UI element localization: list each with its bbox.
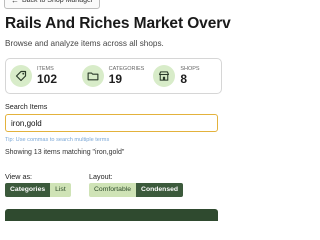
- stat-items-value: 102: [37, 72, 58, 86]
- stat-categories-value: 19: [108, 72, 123, 86]
- view-as-label: View as:: [5, 172, 33, 181]
- view-as-toggle: Categories List: [5, 183, 71, 197]
- stat-categories: CATEGORIES 19: [78, 65, 150, 87]
- layout-toggle: Comfortable Condensed: [89, 183, 184, 197]
- view-categories-button[interactable]: Categories: [5, 183, 51, 197]
- layout-comfortable-button[interactable]: Comfortable: [89, 183, 137, 197]
- back-to-shop-manager-button[interactable]: ← Back to Shop Manager: [4, 0, 101, 9]
- stat-shops-value: 8: [180, 72, 188, 86]
- layout-label: Layout:: [89, 172, 113, 181]
- search-input[interactable]: [5, 114, 218, 132]
- arrow-left-icon: ←: [11, 0, 19, 5]
- search-label: Search Items: [5, 102, 48, 111]
- page-title: Rails And Riches Market Overv: [5, 15, 231, 32]
- layout-condensed-button[interactable]: Condensed: [136, 183, 184, 197]
- tag-icon: [10, 65, 32, 87]
- shop-icon: [153, 65, 176, 87]
- stat-shops: SHOPS 8: [149, 65, 221, 87]
- results-header-bar: [5, 209, 218, 221]
- stat-items: ITEMS 102: [6, 65, 78, 87]
- search-tip: Tip: Use commas to search multiple terms: [5, 137, 110, 143]
- page-subtitle: Browse and analyze items across all shop…: [5, 39, 164, 48]
- search-result-count: Showing 13 items matching "iron,gold": [5, 149, 125, 156]
- back-button-label: Back to Shop Manager: [22, 0, 94, 4]
- folder-icon: [81, 65, 104, 87]
- stats-panel: ITEMS 102 CATEGORIES 19 SHOPS 8: [5, 58, 222, 94]
- view-list-button[interactable]: List: [50, 183, 71, 197]
